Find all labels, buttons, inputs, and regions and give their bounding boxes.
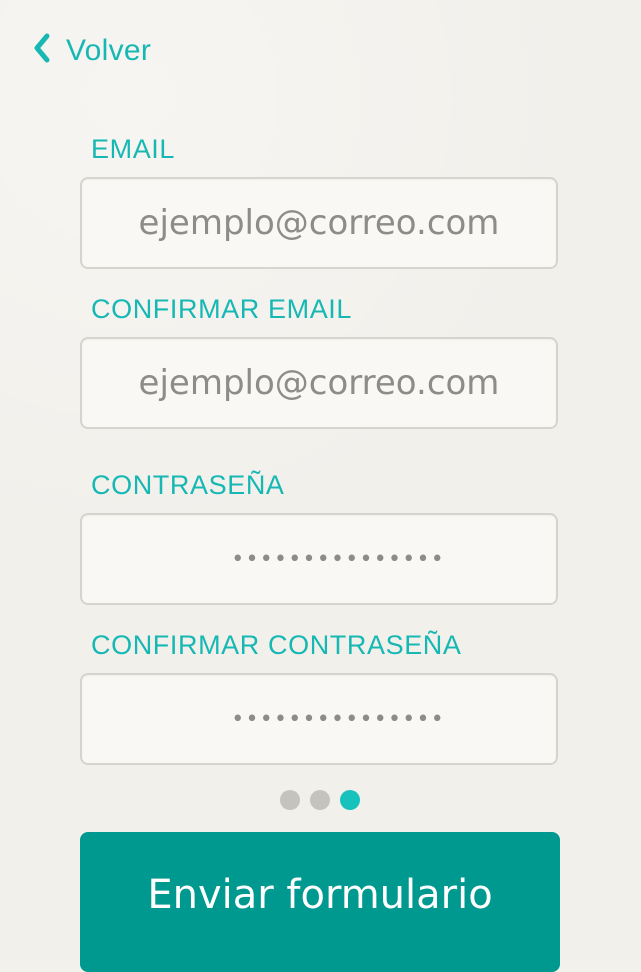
confirm-password-input[interactable] <box>82 675 556 763</box>
confirm-email-label: CONFIRMAR EMAIL <box>91 294 353 324</box>
confirm-password-field <box>80 673 558 765</box>
password-label: CONTRASEÑA <box>91 470 285 500</box>
page-dot <box>280 790 300 810</box>
email-label: EMAIL <box>91 134 176 164</box>
password-field <box>80 513 558 605</box>
page-dot <box>310 790 330 810</box>
registration-screen: Volver EMAIL CONFIRMAR EMAIL CONTRASEÑA … <box>0 0 641 972</box>
confirm-email-input[interactable] <box>82 338 556 428</box>
chevron-left-icon <box>32 30 52 71</box>
submit-form-button[interactable]: Enviar formulario <box>80 832 560 972</box>
back-button[interactable]: Volver <box>32 30 151 71</box>
back-label: Volver <box>66 33 152 67</box>
page-dot-active <box>340 790 360 810</box>
email-field <box>80 177 558 269</box>
page-indicator <box>280 790 360 810</box>
confirm-email-field <box>80 337 558 429</box>
password-input[interactable] <box>82 515 556 603</box>
email-input[interactable] <box>82 178 556 268</box>
confirm-password-label: CONFIRMAR CONTRASEÑA <box>91 630 462 660</box>
